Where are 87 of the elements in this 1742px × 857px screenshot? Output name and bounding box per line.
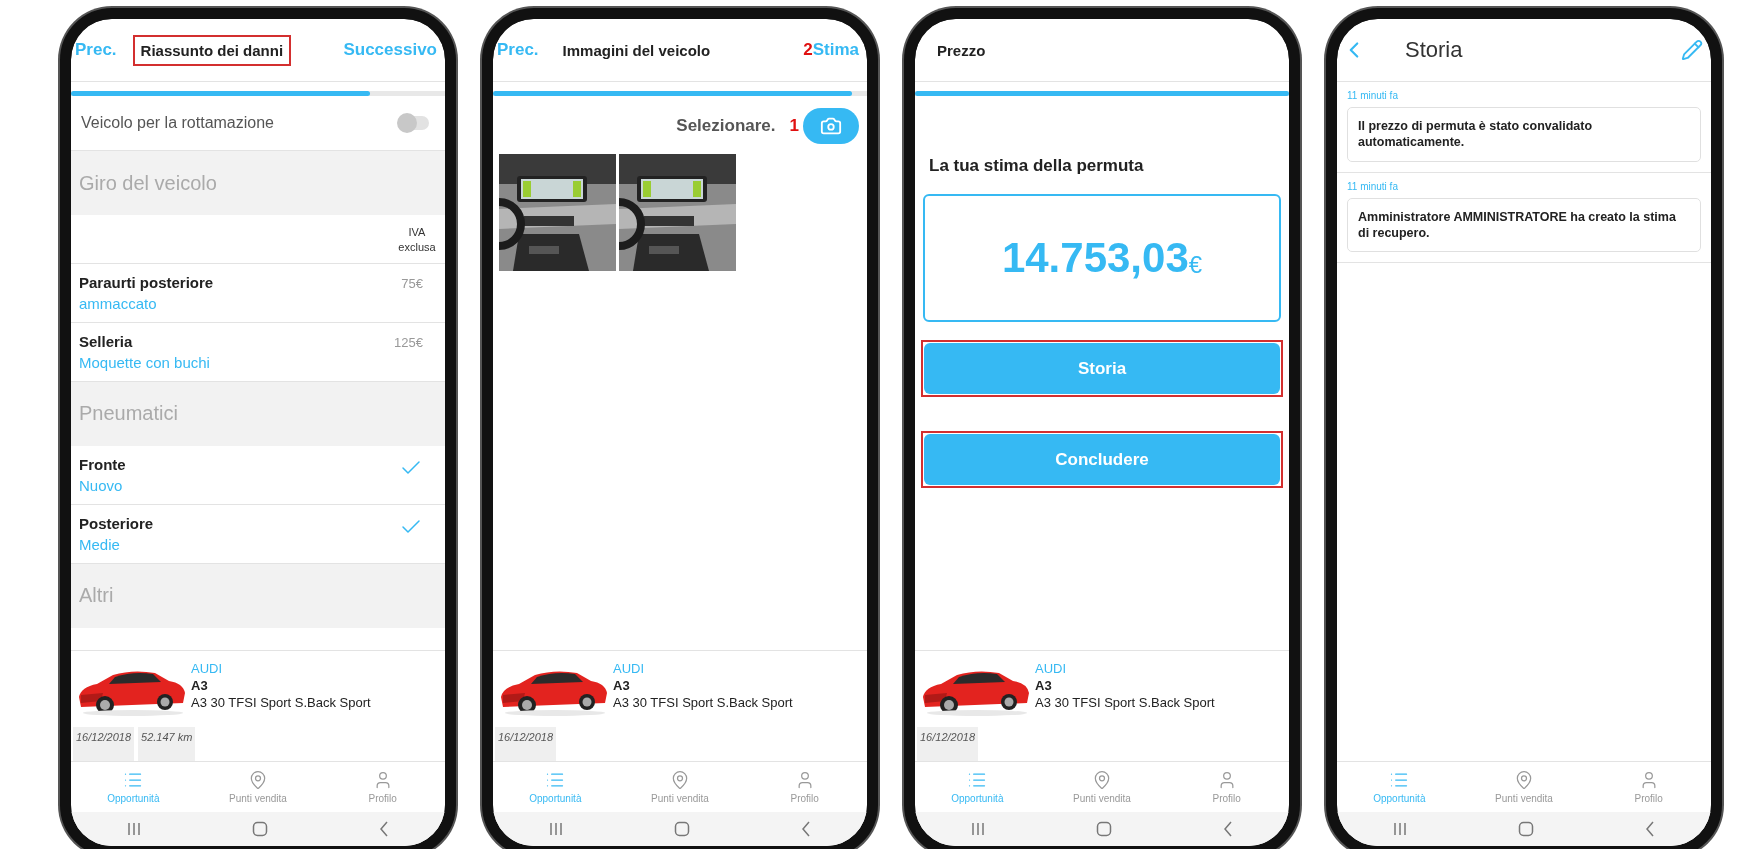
- item-value: ammaccato: [79, 294, 158, 312]
- action-button[interactable]: Concludere: [924, 434, 1280, 485]
- entry-time: 11 minuti fa: [1347, 180, 1399, 192]
- vehicle-chip: 16/12/2018: [917, 727, 979, 761]
- back-icon[interactable]: [1645, 821, 1656, 837]
- section-header: Pneumatici: [71, 381, 445, 446]
- home-icon[interactable]: [1518, 821, 1534, 837]
- vehicle-brand: AUDI: [191, 661, 224, 676]
- screen-title: Prezzo: [936, 40, 987, 61]
- next-link[interactable]: Successivo: [343, 40, 437, 60]
- vehicle-chip: 52.147 km: [138, 727, 196, 761]
- history-message: Il prezzo di permuta è stato convalidato automaticamente.: [1347, 107, 1701, 162]
- vehicle-card[interactable]: AUDI A3 A3 30 TFSI Sport S.Back Sport 16/12/2018: [493, 650, 867, 761]
- home-icon[interactable]: [252, 821, 268, 837]
- tab[interactable]: Opportunità: [915, 762, 1040, 812]
- tab[interactable]: Opportunità: [493, 762, 618, 812]
- tab[interactable]: Punti vendita: [1039, 762, 1165, 812]
- vehicle-card[interactable]: AUDI A3 A3 30 TFSI Sport S.Back Sport 16/12/2018: [915, 650, 1289, 761]
- history-message: Amministratore AMMINISTRATORE ha creato la stima di recupero.: [1347, 197, 1701, 252]
- tab[interactable]: Profilo: [1586, 762, 1711, 812]
- vehicle-version: A3 30 TFSI Sport S.Back Sport: [1035, 695, 1216, 710]
- tab[interactable]: Punti vendita: [617, 762, 743, 812]
- vehicle-card[interactable]: AUDI A3 A3 30 TFSI Sport S.Back Sport 16/12/2018 52.147 km: [71, 650, 445, 761]
- vehicle-chip: 16/12/2018: [495, 727, 557, 761]
- vehicle-model: A3: [191, 678, 209, 693]
- section-header: Altri: [71, 563, 445, 628]
- item-name: Selleria: [79, 332, 134, 350]
- action-button[interactable]: Storia: [924, 343, 1280, 394]
- recent-apps-icon[interactable]: [126, 822, 141, 836]
- map-pin-icon: [1514, 770, 1534, 790]
- camera-icon: [820, 115, 842, 137]
- item-value: Medie: [79, 535, 121, 553]
- damage-item[interactable]: Paraurti posteriore ammaccato 75€: [71, 263, 445, 323]
- damage-item[interactable]: Fronte Nuovo: [71, 445, 445, 505]
- item-name: Fronte: [79, 455, 126, 473]
- screen-title: Storia: [1405, 37, 1463, 63]
- tab[interactable]: Profilo: [1164, 762, 1289, 812]
- vehicle-brand: AUDI: [1035, 661, 1068, 676]
- annotation-number: 1: [789, 116, 799, 136]
- next-link[interactable]: Stima: [812, 40, 859, 60]
- map-pin-icon: [670, 770, 690, 790]
- edit-icon[interactable]: [1681, 39, 1703, 61]
- damage-item[interactable]: Selleria Moquette con buchi 125€: [71, 322, 445, 382]
- recent-apps-icon[interactable]: [970, 822, 985, 836]
- camera-button[interactable]: [803, 108, 859, 144]
- annotation-number: 2: [803, 40, 813, 60]
- screen-title: Riassunto dei danni: [132, 34, 292, 66]
- tab[interactable]: Opportunità: [71, 762, 196, 812]
- column-note: IVA exclusa: [397, 225, 437, 255]
- tab[interactable]: Profilo: [742, 762, 867, 812]
- tab[interactable]: Punti vendita: [195, 762, 321, 812]
- toggle-label: Veicolo per la rottamazione: [81, 114, 274, 132]
- tab[interactable]: Opportunità: [1337, 762, 1462, 812]
- section-header: Giro del veicolo: [71, 151, 445, 215]
- back-icon[interactable]: [1223, 821, 1234, 837]
- previous-link[interactable]: Prec.: [75, 40, 117, 60]
- vehicle-model: A3: [1035, 678, 1053, 693]
- vehicle-brand: AUDI: [613, 661, 646, 676]
- recent-apps-icon[interactable]: [548, 822, 563, 836]
- back-icon[interactable]: [801, 821, 812, 837]
- map-pin-icon: [248, 770, 268, 790]
- item-value: Moquette con buchi: [79, 353, 210, 371]
- price-amount: 14.753,03: [1001, 234, 1189, 282]
- item-name: Paraurti posteriore: [79, 273, 214, 291]
- vehicle-version: A3 30 TFSI Sport S.Back Sport: [613, 695, 794, 710]
- toggle-switch[interactable]: [399, 116, 429, 130]
- back-icon[interactable]: [379, 821, 390, 837]
- tab[interactable]: Profilo: [320, 762, 445, 812]
- item-price: 75€: [401, 275, 423, 291]
- estimate-heading: La tua stima della permuta: [929, 156, 1145, 176]
- currency-symbol: €: [1188, 251, 1203, 278]
- home-icon[interactable]: [1096, 821, 1112, 837]
- item-name: Posteriore: [79, 514, 154, 532]
- entry-time: 11 minuti fa: [1347, 90, 1399, 101]
- damage-item[interactable]: Posteriore Medie: [71, 504, 445, 564]
- screen-title: Immagini del veicolo: [561, 40, 712, 61]
- vehicle-version: A3 30 TFSI Sport S.Back Sport: [191, 695, 372, 710]
- select-label: Selezionare.: [676, 116, 776, 136]
- map-pin-icon: [1092, 770, 1112, 790]
- recent-apps-icon[interactable]: [1392, 822, 1407, 836]
- home-icon[interactable]: [674, 821, 690, 837]
- vehicle-chip: 16/12/2018: [73, 727, 135, 761]
- previous-link[interactable]: Prec.: [497, 40, 539, 60]
- vehicle-model: A3: [613, 678, 631, 693]
- tab[interactable]: Punti vendita: [1461, 762, 1587, 812]
- item-price: 125€: [394, 334, 423, 350]
- item-value: Nuovo: [79, 476, 124, 494]
